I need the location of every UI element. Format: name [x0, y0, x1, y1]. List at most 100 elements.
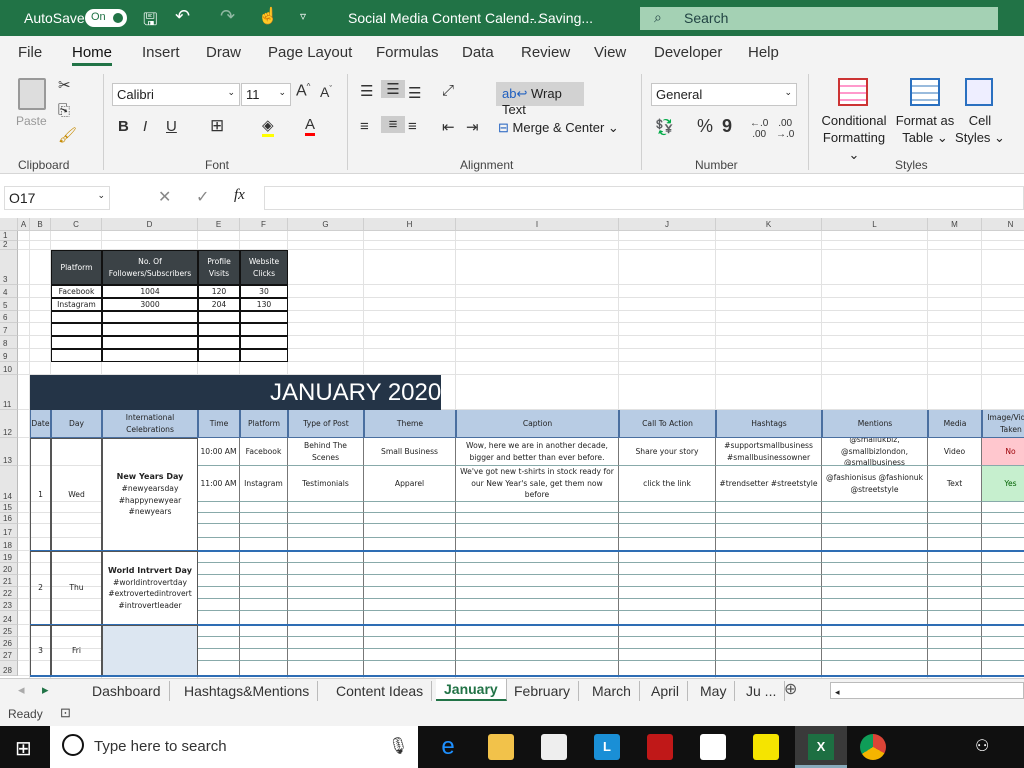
column-header-C[interactable]: C	[51, 218, 102, 231]
increase-decimal-icon[interactable]: ←.0.00	[750, 118, 768, 140]
column-header-E[interactable]: E	[198, 218, 240, 231]
cut-icon[interactable]: ✂	[58, 76, 71, 94]
align-bottom-icon[interactable]: ☰	[408, 84, 421, 102]
wrap-text-button[interactable]: ab↩ Wrap Text	[496, 82, 584, 117]
menu-tab-draw[interactable]: Draw	[206, 44, 241, 61]
column-header-N[interactable]: N	[982, 218, 1024, 231]
row-header-11[interactable]: 11	[0, 375, 18, 410]
excel-taskbar-button[interactable]: X	[795, 726, 847, 768]
row-header-10[interactable]: 10	[0, 362, 18, 375]
new-sheet-icon[interactable]: ⊕	[784, 679, 797, 699]
row-header-21[interactable]: 21	[0, 575, 18, 587]
sheet-tab-content-ideas[interactable]: Content Ideas	[328, 681, 433, 701]
menu-tab-developer[interactable]: Developer	[654, 44, 722, 61]
merge-center-button[interactable]: ⊟ Merge & Center ⌄	[498, 120, 619, 136]
number-format-select[interactable]: General ⌄	[651, 83, 797, 106]
format-painter-icon[interactable]: 🖌	[58, 126, 77, 144]
row-header-19[interactable]: 19	[0, 551, 18, 563]
column-header-K[interactable]: K	[716, 218, 822, 231]
font-color-icon[interactable]: A	[305, 116, 316, 136]
align-top-icon[interactable]: ☰	[360, 82, 373, 100]
taskbar-search[interactable]: Type here to search 🎙	[50, 726, 418, 768]
menu-tab-view[interactable]: View	[594, 44, 626, 61]
row-header-16[interactable]: 16	[0, 513, 18, 524]
copy-icon[interactable]: ⎘	[58, 102, 70, 119]
menu-tab-review[interactable]: Review	[521, 44, 570, 61]
mcafee-icon[interactable]	[647, 734, 673, 760]
sheet-tab-april[interactable]: April	[643, 681, 689, 701]
row-header-18[interactable]: 18	[0, 538, 18, 551]
menu-tab-insert[interactable]: Insert	[142, 44, 180, 61]
horizontal-scrollbar[interactable]: ◂	[830, 682, 1024, 699]
row-header-14[interactable]: 14	[0, 466, 18, 502]
sheet-tab-january[interactable]: January	[436, 679, 507, 701]
column-header-B[interactable]: B	[30, 218, 51, 231]
cell-styles-button[interactable]: Cell Styles ⌄	[955, 112, 1005, 146]
chrome-icon[interactable]	[860, 734, 886, 760]
formula-input[interactable]	[264, 186, 1024, 210]
row-header-28[interactable]: 28	[0, 661, 18, 676]
column-header-M[interactable]: M	[928, 218, 982, 231]
row-header-20[interactable]: 20	[0, 563, 18, 575]
column-header-J[interactable]: J	[619, 218, 716, 231]
column-header-L[interactable]: L	[822, 218, 928, 231]
font-name-select[interactable]: Calibri ⌄	[112, 83, 240, 106]
scroll-tabs-left-icon[interactable]: ◂	[18, 682, 25, 698]
align-right-icon[interactable]: ≡	[408, 118, 417, 135]
format-as-table-button[interactable]: Format as Table ⌄	[893, 112, 957, 146]
windows-start-icon[interactable]: ⊞	[15, 736, 32, 761]
decrease-indent-icon[interactable]: ⇤	[442, 118, 455, 136]
row-header-25[interactable]: 25	[0, 625, 18, 637]
row-header-2[interactable]: 2	[0, 240, 18, 250]
sheet-tab-march[interactable]: March	[584, 681, 640, 701]
align-center-icon[interactable]: ≡	[381, 116, 405, 133]
paste-icon[interactable]	[18, 78, 46, 110]
increase-font-icon[interactable]: A^	[296, 82, 310, 100]
row-header-6[interactable]: 6	[0, 311, 18, 323]
menu-tab-page-layout[interactable]: Page Layout	[268, 44, 352, 61]
undo-icon[interactable]: ↶	[175, 6, 190, 27]
font-size-select[interactable]: 11 ⌄	[241, 83, 291, 106]
macro-record-icon[interactable]: ⊡	[60, 705, 71, 721]
spreadsheet-grid[interactable]: A B C D E F G H I J K L M N 1 2 3 4 5 6 7 8 9 10 11 12 13 14 15 16 17 1…	[0, 218, 1024, 678]
mail-icon[interactable]	[700, 734, 726, 760]
align-middle-icon[interactable]: ☰	[381, 80, 405, 98]
cell-styles-icon[interactable]	[965, 78, 993, 106]
save-icon[interactable]: 🖫	[143, 7, 157, 36]
align-left-icon[interactable]: ≡	[360, 118, 369, 135]
scroll-tabs-right-icon[interactable]: ▸	[42, 682, 49, 698]
menu-tab-file[interactable]: File	[18, 44, 42, 61]
sheet-tab-may[interactable]: May	[692, 681, 736, 701]
sheet-tab-february[interactable]: February	[506, 681, 580, 701]
enter-icon[interactable]: ✓	[196, 187, 209, 207]
row-header-9[interactable]: 9	[0, 349, 18, 362]
conditional-formatting-icon[interactable]	[838, 78, 868, 106]
comma-button[interactable]: 9	[722, 116, 732, 137]
touch-mode-icon[interactable]: ☝	[258, 6, 278, 26]
sheet-tab-hashtags-mentions[interactable]: Hashtags&Mentions	[176, 681, 319, 701]
name-box[interactable]: O17 ⌄	[4, 186, 110, 210]
sheet-tab-ju-[interactable]: Ju ...	[738, 681, 786, 701]
column-header-D[interactable]: D	[102, 218, 198, 231]
row-header-3[interactable]: 3	[0, 250, 18, 285]
menu-tab-formulas[interactable]: Formulas	[376, 44, 439, 61]
decrease-decimal-icon[interactable]: .00 →.0	[776, 118, 794, 140]
file-explorer-icon[interactable]	[488, 734, 514, 760]
paste-label[interactable]: Paste	[16, 114, 47, 128]
orientation-icon[interactable]: ⤢	[442, 82, 454, 99]
column-header-H[interactable]: H	[364, 218, 456, 231]
sticky-notes-icon[interactable]	[753, 734, 779, 760]
column-header-F[interactable]: F	[240, 218, 288, 231]
column-header-G[interactable]: G	[288, 218, 364, 231]
row-header-12[interactable]: 12	[0, 410, 18, 438]
row-header-7[interactable]: 7	[0, 323, 18, 336]
row-header-13[interactable]: 13	[0, 438, 18, 466]
select-all-corner[interactable]	[0, 218, 18, 231]
customize-toolbar-icon[interactable]: ▿	[300, 9, 306, 23]
borders-icon[interactable]: ⊞	[210, 116, 224, 136]
row-header-5[interactable]: 5	[0, 298, 18, 311]
underline-button[interactable]: U	[166, 118, 177, 135]
italic-button[interactable]: I	[143, 118, 147, 135]
row-header-17[interactable]: 17	[0, 524, 18, 538]
accounting-format-icon[interactable]: 💱	[655, 118, 674, 136]
